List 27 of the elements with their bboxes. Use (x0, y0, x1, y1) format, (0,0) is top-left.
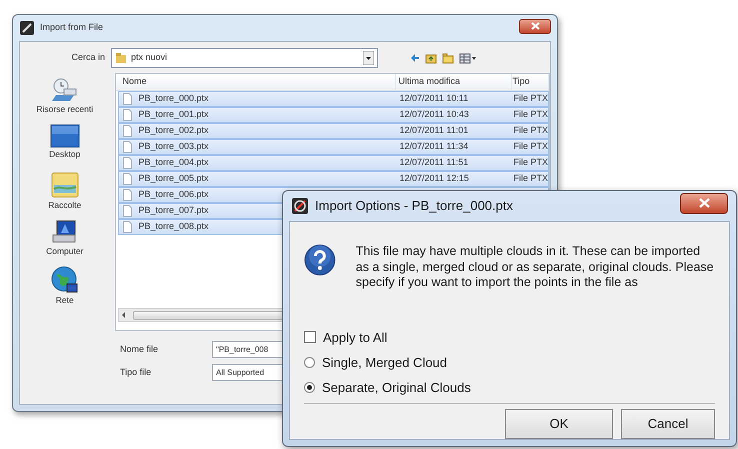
file-type: File PTX (513, 92, 548, 106)
file-type: File PTX (513, 140, 548, 154)
window-title: Import from File (40, 21, 104, 34)
modified-date: 12/07/2011 11:34 (398, 140, 470, 154)
modified-date: 12/07/2011 12:15 (398, 172, 470, 186)
file-type: File PTX (513, 156, 548, 170)
window-title: Import Options - PB_torre_000.ptx (315, 197, 513, 216)
file-name: PB_torre_004.ptx (138, 156, 209, 170)
field-label: Tipo file (120, 366, 152, 379)
file-type: File PTX (513, 172, 548, 186)
modified-date: 12/07/2011 11:51 (398, 156, 470, 170)
file-name: PB_torre_006.ptx (138, 188, 209, 202)
file-type: File PTX (513, 108, 548, 122)
file-name: PB_torre_005.ptx (138, 172, 209, 186)
file-name: PB_torre_003.ptx (138, 140, 209, 154)
modified-date: 12/07/2011 10:43 (398, 108, 470, 122)
file-name: PB_torre_007.ptx (138, 204, 209, 218)
file-name: PB_torre_001.ptx (138, 108, 209, 122)
field-label: Cerca in (70, 51, 106, 64)
modified-date: 12/07/2011 11:01 (398, 124, 470, 138)
field-label: Nome file (120, 342, 160, 356)
modified-date: 12/07/2011 10:11 (398, 92, 470, 106)
file-name: PB_torre_008.ptx (138, 220, 209, 234)
file-name: PB_torre_002.ptx (138, 124, 209, 138)
message-text: This file may have multiple clouds in it. These can be imported as a single, merged cloud or as separate, original clouds. Please specify if you want to import the points in the file as (356, 244, 715, 290)
file-type: File PTX (513, 124, 548, 138)
file-name: PB_torre_000.ptx (138, 92, 209, 106)
